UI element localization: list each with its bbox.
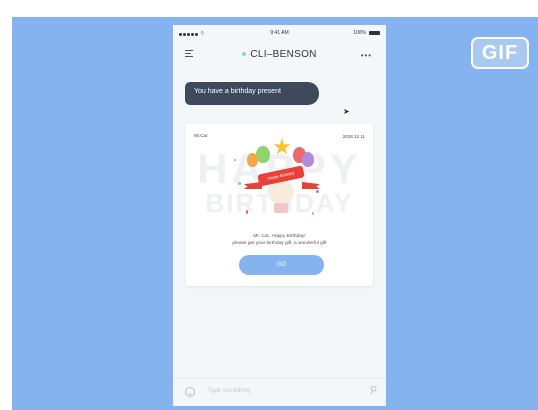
balloon-icon	[247, 153, 258, 167]
battery-percent: 100%	[353, 30, 366, 36]
card-message-line-2: please get your birthday gift, a wonderf…	[232, 241, 327, 246]
card-date: 2018.12.11	[342, 134, 365, 139]
online-status-dot	[242, 52, 247, 57]
chat-title-text: CLI–BENSON	[250, 49, 317, 60]
more-icon[interactable]: •••	[361, 51, 372, 60]
confetti	[234, 159, 236, 161]
confetti	[246, 210, 248, 214]
composer-bar: Type something ⚲	[173, 378, 386, 406]
emoji-icon[interactable]	[185, 387, 195, 397]
battery-indicator: 100%	[353, 30, 380, 36]
go-button[interactable]: GO	[239, 255, 324, 275]
status-bar: ⌔ 9:41 AM 100%	[173, 25, 386, 43]
confetti	[316, 190, 319, 193]
nav-bar: CLI–BENSON •••	[173, 43, 386, 67]
confetti	[238, 182, 241, 185]
gift-box-icon	[274, 203, 288, 213]
balloon-icon	[302, 152, 314, 167]
gif-badge: GIF	[471, 37, 529, 69]
confetti	[312, 212, 314, 215]
birthday-card: Mr.Car 2018.12.11 HAPPY BIRTHDAY Happy B…	[186, 124, 373, 286]
message-input[interactable]: Type something	[208, 388, 250, 394]
phone-screen: ⌔ 9:41 AM 100% CLI–BENSON ••• You have a…	[173, 25, 386, 406]
card-message: Mr. Car, Happy Birthday! please get your…	[186, 233, 373, 247]
mouse-cursor-icon: ➤	[343, 107, 350, 116]
card-sender: Mr.Car	[194, 133, 208, 138]
battery-icon	[369, 31, 380, 35]
paperclip-icon[interactable]: ⚲	[366, 384, 378, 397]
card-message-line-1: Mr. Car, Happy Birthday!	[253, 234, 306, 239]
message-bubble: You have a birthday present	[185, 82, 319, 105]
balloon-icon	[256, 146, 270, 163]
chat-title: CLI–BENSON	[173, 49, 386, 60]
